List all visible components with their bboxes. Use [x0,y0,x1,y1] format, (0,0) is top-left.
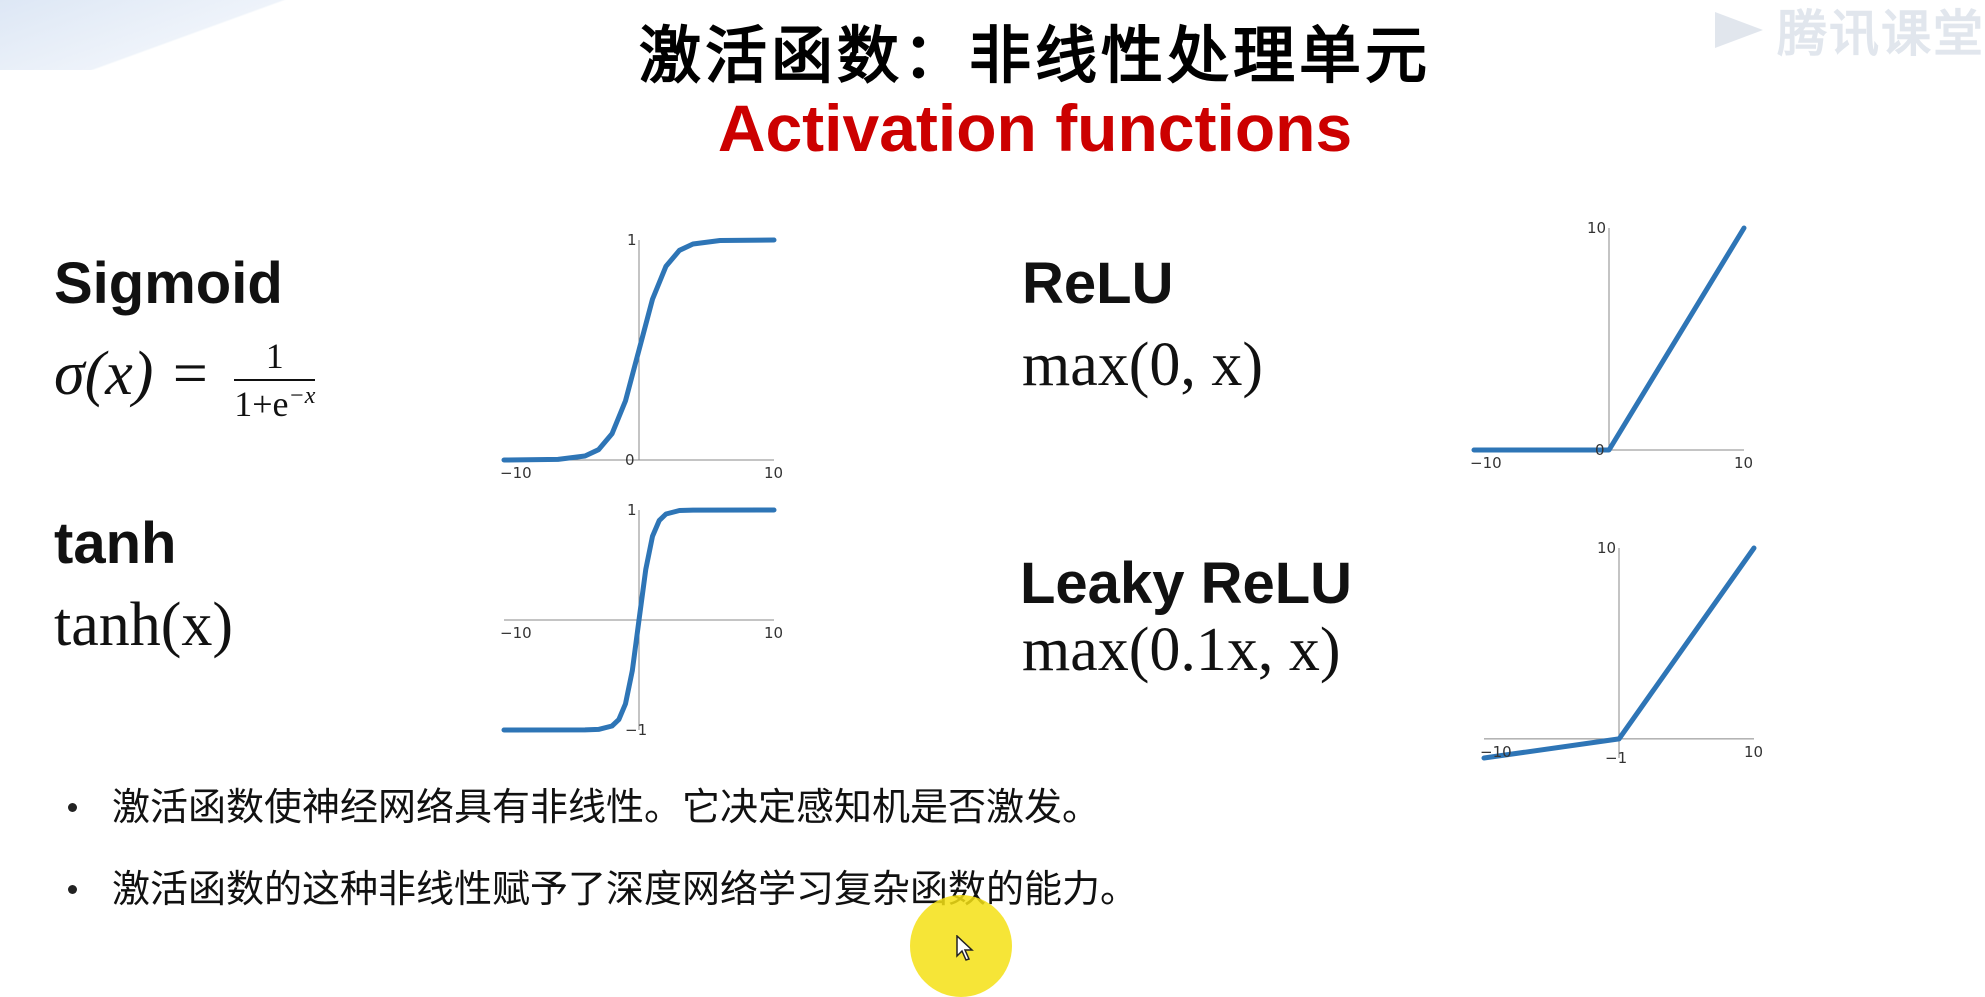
relu-ytick-min: 0 [1595,441,1605,459]
sigmoid-name: Sigmoid [54,251,283,316]
sigmoid-xtick-max: 10 [764,464,783,482]
bullet-text: 激活函数使神经网络具有非线性。它决定感知机是否激发。 [112,785,1101,829]
relu-ytick-max: 10 [1587,219,1606,237]
tanh-ytick-min: −1 [625,721,647,739]
sigmoid-fraction: 1 1+e−x [234,335,316,425]
tanh-name: tanh [54,511,177,576]
slide-title-en: Activation functions [717,91,1353,165]
leaky-relu-xtick-min: −10 [1480,743,1512,761]
tanh-xtick-max: 10 [764,624,783,642]
leaky-relu-ytick-min: −1 [1605,749,1627,767]
sigmoid-denominator-exponent: −x [288,383,316,409]
leaky-relu-plot: −10 10 −1 10 [1480,539,1763,767]
bullet-dot [68,803,77,812]
relu-plot: −10 10 0 10 [1470,219,1753,472]
slide-title-cn: 激活函数：非线性处理单元 [638,19,1431,92]
sigmoid-xtick-min: −10 [500,464,532,482]
sigmoid-ytick-max: 1 [627,231,637,249]
tanh-ytick-max: 1 [627,501,637,519]
bullet-item: 激活函数使神经网络具有非线性。它决定感知机是否激发。 [60,780,1138,862]
sigmoid-plot: −10 10 0 1 [500,231,783,482]
tanh-plot: −10 10 −1 1 [500,501,783,739]
sigmoid-ytick-min: 0 [625,451,635,469]
leaky-relu-ytick-max: 10 [1597,539,1616,557]
sigmoid-formula-lhs: σ(x) = [54,340,211,409]
mouse-cursor-icon [956,935,974,961]
sigmoid-formula: σ(x) = 1 1+e−x [54,335,316,425]
leaky-relu-formula: max(0.1x, x) [1022,616,1341,684]
relu-formula: max(0, x) [1022,331,1264,399]
sigmoid-denominator: 1+e−x [234,381,315,425]
leaky-relu-xtick-max: 10 [1744,743,1763,761]
relu-xtick-min: −10 [1470,454,1502,472]
bullet-dot [68,885,77,894]
sigmoid-denominator-base: 1+e [234,384,289,424]
sigmoid-numerator: 1 [234,335,316,381]
tanh-formula: tanh(x) [54,591,234,659]
leaky-relu-name: Leaky ReLU [1020,551,1353,616]
tanh-xtick-min: −10 [500,624,532,642]
relu-xtick-max: 10 [1734,454,1753,472]
relu-name: ReLU [1022,251,1174,316]
